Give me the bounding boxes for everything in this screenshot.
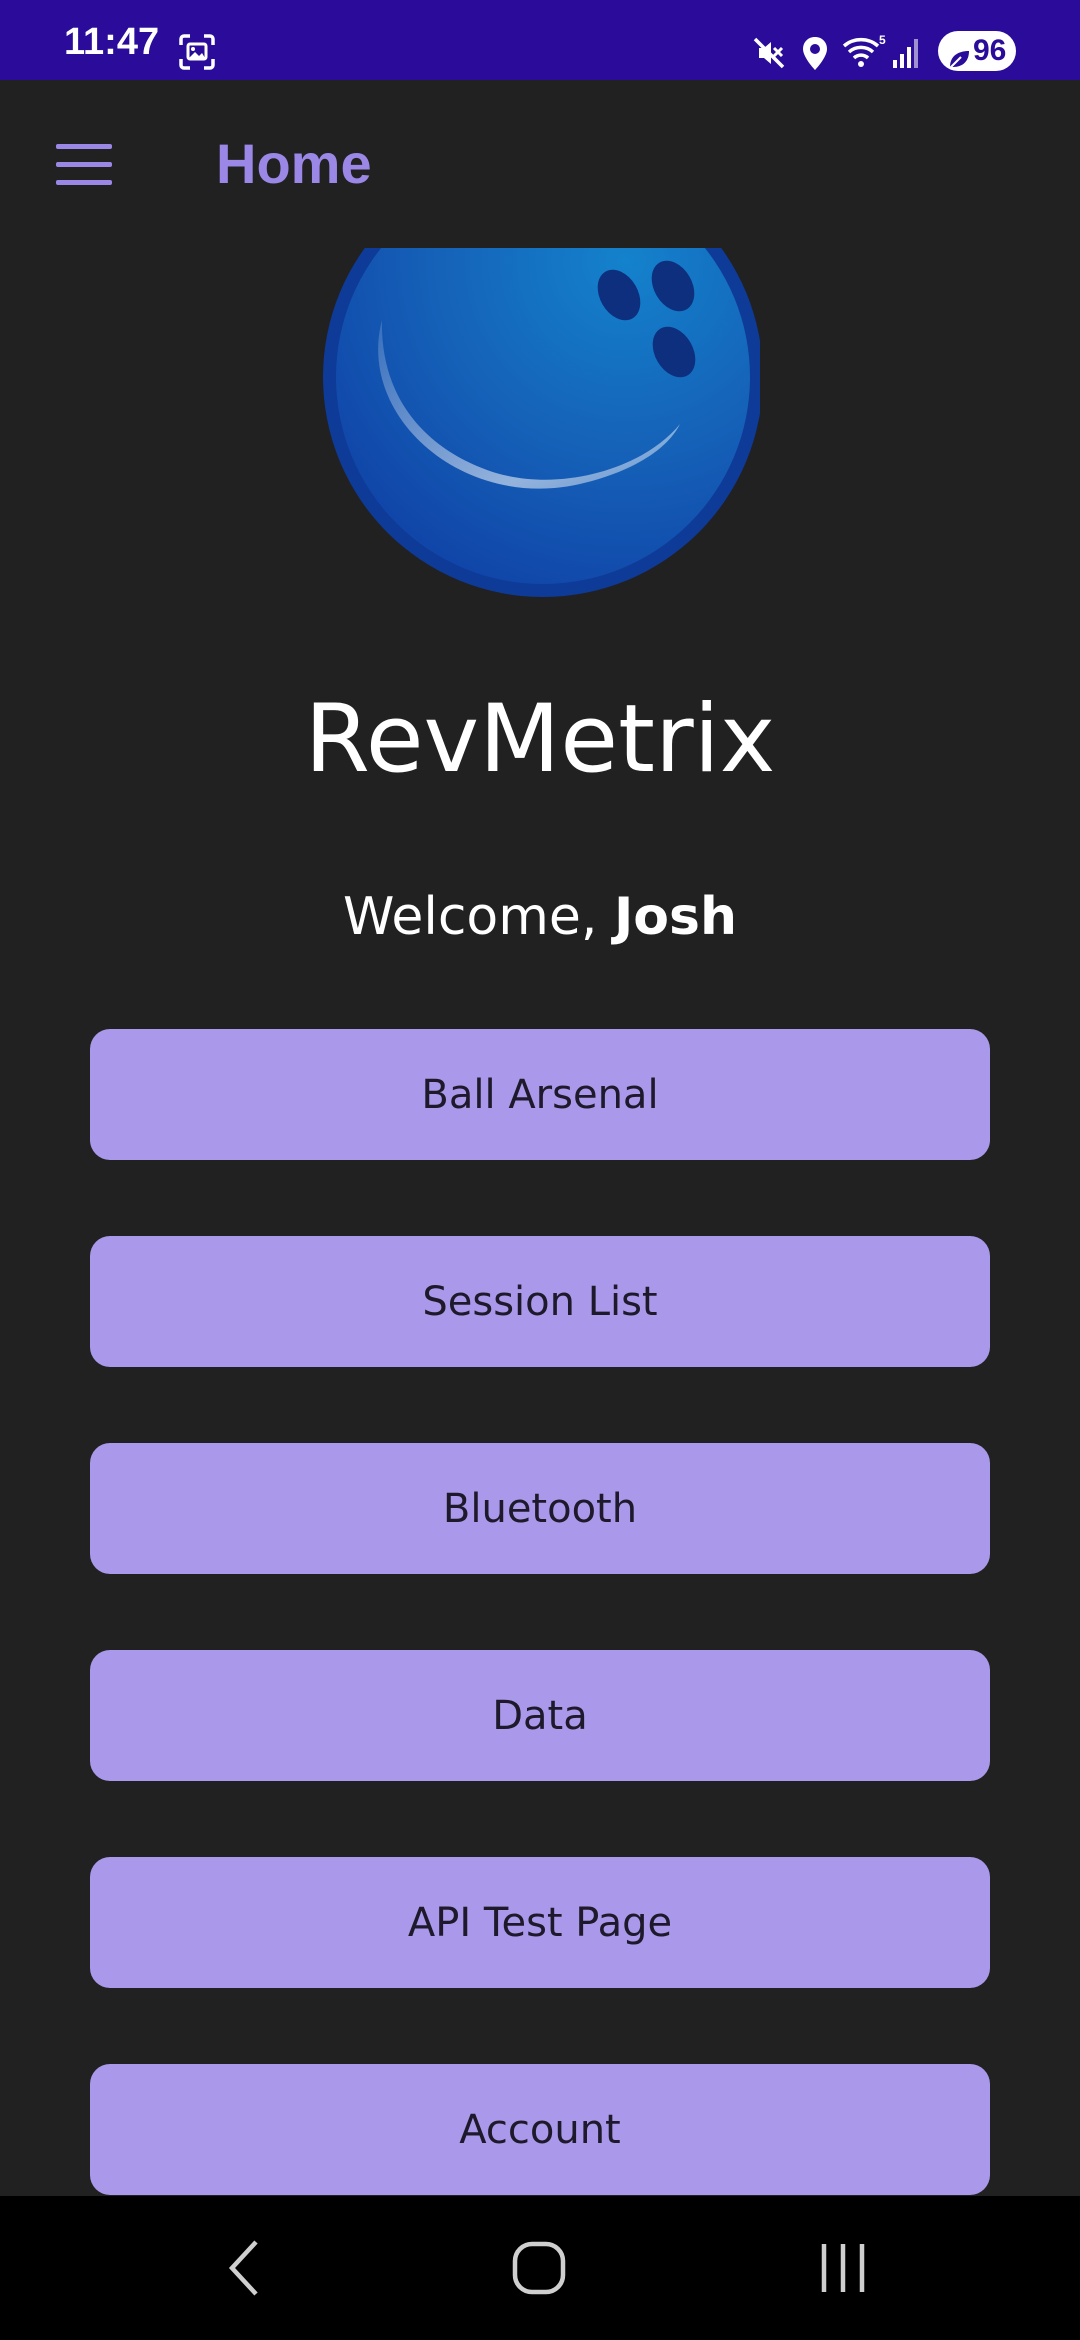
status-time: 11:47 bbox=[64, 21, 160, 63]
svg-text:5: 5 bbox=[879, 34, 886, 47]
user-name: Josh bbox=[613, 887, 737, 947]
bowling-ball-icon bbox=[316, 248, 760, 598]
status-bar: 11:47 5 96 bbox=[0, 0, 1080, 80]
welcome-message: Welcome, Josh bbox=[0, 882, 1080, 952]
location-icon bbox=[801, 36, 829, 76]
app-bar: Home bbox=[0, 80, 1080, 248]
session-list-button[interactable]: Session List bbox=[90, 1236, 990, 1367]
page-title: Home bbox=[216, 132, 372, 195]
bluetooth-button[interactable]: Bluetooth bbox=[90, 1443, 990, 1574]
battery-indicator: 96 bbox=[938, 31, 1016, 71]
api-test-page-button[interactable]: API Test Page bbox=[90, 1857, 990, 1988]
mute-icon bbox=[752, 36, 786, 74]
battery-level: 96 bbox=[973, 34, 1007, 67]
welcome-prefix: Welcome, bbox=[343, 887, 614, 947]
home-icon[interactable] bbox=[469, 2196, 609, 2340]
hamburger-menu-icon[interactable] bbox=[54, 142, 114, 186]
signal-icon bbox=[892, 36, 922, 72]
back-icon[interactable] bbox=[168, 2196, 308, 2340]
account-button[interactable]: Account bbox=[90, 2064, 990, 2195]
recents-icon[interactable] bbox=[772, 2196, 912, 2340]
screenshot-icon bbox=[178, 34, 216, 74]
ball-arsenal-button[interactable]: Ball Arsenal bbox=[90, 1029, 990, 1160]
app-name: RevMetrix bbox=[304, 685, 776, 794]
data-button[interactable]: Data bbox=[90, 1650, 990, 1781]
system-navigation-bar bbox=[0, 2196, 1080, 2340]
wifi-icon: 5 bbox=[842, 33, 886, 72]
nav-button-list: Ball Arsenal Session List Bluetooth Data… bbox=[90, 1029, 990, 2196]
battery-saver-icon bbox=[947, 41, 971, 81]
